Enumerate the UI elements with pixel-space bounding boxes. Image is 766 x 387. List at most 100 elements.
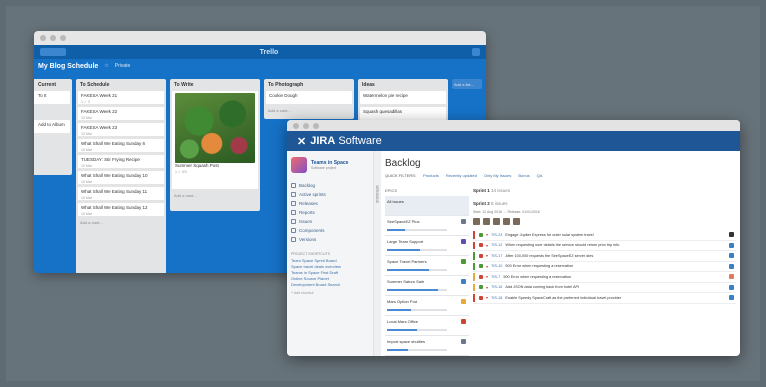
project-header[interactable]: Teams in Space Software project xyxy=(291,157,369,173)
epic-progress-fill xyxy=(387,349,408,351)
issue-row[interactable]: ▾ TIS-12 When requesting user details the … xyxy=(473,241,736,251)
sprint-issue-count: 14 issues xyxy=(491,188,511,193)
issue-key[interactable]: TIS-23 xyxy=(491,233,502,237)
filter-products[interactable]: Products xyxy=(423,173,439,181)
issue-row[interactable]: ▾ TIS-18 Enable Speedy SpaceCraft as the p… xyxy=(473,293,736,304)
filter-recently-updated[interactable]: Recently updated xyxy=(446,173,477,181)
epic-item[interactable]: Large Team Support xyxy=(385,236,469,256)
epic-item[interactable]: All issues xyxy=(385,196,469,216)
epic-color-edge xyxy=(473,241,475,249)
zoom-dot[interactable] xyxy=(60,35,66,41)
card[interactable]: To It xyxy=(34,91,70,104)
nav-item-versions[interactable]: Versions xyxy=(291,235,369,244)
assignee-avatar[interactable] xyxy=(473,218,480,225)
card[interactable]: Watermelon pie recipe xyxy=(360,91,446,104)
card-title: Squash quesadillas xyxy=(363,109,403,114)
project-nav: Backlog Active sprints Releases Reports … xyxy=(291,181,369,244)
add-card-button[interactable]: Add a card... xyxy=(266,107,352,114)
nav-item-active-sprints[interactable]: Active sprints xyxy=(291,190,369,199)
assignee-avatar[interactable] xyxy=(483,218,490,225)
card[interactable]: TUESDAY: Stir Frying Recipe 10 Mar xyxy=(78,155,164,168)
vegetable-cover-image xyxy=(175,93,255,163)
card[interactable]: What Shall We Eating Sunday 11 10 Mar xyxy=(78,187,164,200)
nav-item-issues[interactable]: Issues xyxy=(291,217,369,226)
add-card-button[interactable]: Add a card... xyxy=(78,219,164,226)
add-card-button[interactable]: Add a card... xyxy=(172,192,258,199)
sprint-2-header[interactable]: Sprint 2 8 issues xyxy=(473,201,736,210)
epic-color-edge xyxy=(473,294,475,302)
issue-row[interactable]: ▾ TIS-10 500 Error when requesting a reser… xyxy=(473,262,736,272)
issue-key[interactable]: TIS-17 xyxy=(491,254,502,258)
epic-name: Mars Option Pod xyxy=(387,299,418,304)
epic-progress-fill xyxy=(387,289,438,291)
add-list-button[interactable]: Add a list... xyxy=(452,79,482,89)
card[interactable]: FAKESA Week 22 10 Mar xyxy=(78,107,164,120)
minimize-dot[interactable] xyxy=(303,122,309,129)
epic-item[interactable]: Space Travel Partners xyxy=(385,256,469,276)
epic-item[interactable]: Summer Saturn Sale xyxy=(385,276,469,296)
issue-row[interactable]: ▾ TIS-16 Add JSON data coming back from ho… xyxy=(473,283,736,293)
epic-color-tag xyxy=(461,239,466,244)
assignee-icon xyxy=(729,253,734,259)
epic-item[interactable]: Import space shuttles xyxy=(385,336,469,356)
filter-bonus[interactable]: Bonus xyxy=(518,173,529,181)
star-icon[interactable]: ☆ xyxy=(104,63,108,69)
close-dot[interactable] xyxy=(40,35,46,41)
assignee-icon xyxy=(729,295,734,301)
issue-row[interactable]: ▾ TIS-7 500 Error when requesting a reserv… xyxy=(473,272,736,283)
close-dot[interactable] xyxy=(293,122,299,129)
add-icon[interactable] xyxy=(472,48,480,56)
board-title[interactable]: My Blog Schedule xyxy=(38,63,98,70)
card[interactable]: Add to Album xyxy=(34,120,70,133)
issue-key[interactable]: TIS-7 xyxy=(491,275,500,279)
components-icon xyxy=(291,228,296,233)
project-avatar xyxy=(291,157,307,173)
nav-item-components[interactable]: Components xyxy=(291,226,369,235)
card[interactable]: Squash quesadillas xyxy=(360,107,446,120)
epic-color-tag xyxy=(461,279,466,284)
epic-item[interactable]: SeeSpaceEZ Plus xyxy=(385,216,469,236)
card[interactable]: Summer Squash Post 1 ✓ 0/3 xyxy=(172,91,258,189)
assignee-avatar[interactable] xyxy=(503,218,510,225)
versions-side-tab[interactable]: VERSIONS xyxy=(375,185,379,203)
issue-summary: Engage Jupiter Express for outer solar s… xyxy=(505,232,594,237)
shortcut-link[interactable]: Development Board Search xyxy=(291,282,369,288)
chart-icon xyxy=(291,210,296,215)
search-input[interactable] xyxy=(40,48,66,56)
card[interactable]: What Shall We Eating Sunday 10 10 Mar xyxy=(78,171,164,184)
assignee-avatar[interactable] xyxy=(513,218,520,225)
minimize-dot[interactable] xyxy=(50,35,56,41)
filter-qa[interactable]: QA xyxy=(537,173,543,181)
board-visibility[interactable]: Private xyxy=(115,63,131,69)
card-title: Add to Album xyxy=(38,122,65,127)
epic-progress-bar xyxy=(387,249,447,251)
sprint-1-header[interactable]: Sprint 1 14 issues xyxy=(473,188,736,197)
nav-label: Releases xyxy=(299,201,318,206)
epic-item[interactable]: Mars Option Pod xyxy=(385,296,469,316)
jira-logo[interactable]: JIRA Software xyxy=(310,135,382,147)
nav-item-releases[interactable]: Releases xyxy=(291,199,369,208)
issue-key[interactable]: TIS-18 xyxy=(491,296,502,300)
add-shortcut-link[interactable]: + Add shortcut xyxy=(291,291,369,295)
card[interactable]: What Shall We Eating Sunday 12 10 Mar xyxy=(78,203,164,216)
issue-row[interactable]: ▾ TIS-23 Engage Jupiter Express for outer … xyxy=(473,230,736,241)
card[interactable]: FAKESA Week 21 1 ✓ 3 xyxy=(78,91,164,104)
nav-item-backlog[interactable]: Backlog xyxy=(291,181,369,190)
card[interactable]: Cookie Dough xyxy=(266,91,352,104)
card[interactable]: FAKESA Week 23 10 Mar xyxy=(78,123,164,136)
issue-key[interactable]: TIS-12 xyxy=(491,243,502,247)
zoom-dot[interactable] xyxy=(313,122,319,129)
window-titlebar xyxy=(287,120,740,131)
issue-key[interactable]: TIS-16 xyxy=(491,285,502,289)
filter-only-my-issues[interactable]: Only My Issues xyxy=(484,173,511,181)
epic-item[interactable]: Local Mars Office xyxy=(385,316,469,336)
issue-key[interactable]: TIS-10 xyxy=(491,264,502,268)
sidebar-divider[interactable]: VERSIONS xyxy=(373,151,381,356)
assignee-avatar[interactable] xyxy=(493,218,500,225)
card[interactable]: What Shall We Eating Sunday 6 10 Mar xyxy=(78,139,164,152)
issue-row[interactable]: ▾ TIS-17 After 100,000 requests the SeeSpa… xyxy=(473,251,736,262)
window-titlebar xyxy=(34,31,486,45)
page-title: Backlog xyxy=(385,158,421,169)
nav-item-reports[interactable]: Reports xyxy=(291,208,369,217)
epic-progress-bar xyxy=(387,269,447,271)
